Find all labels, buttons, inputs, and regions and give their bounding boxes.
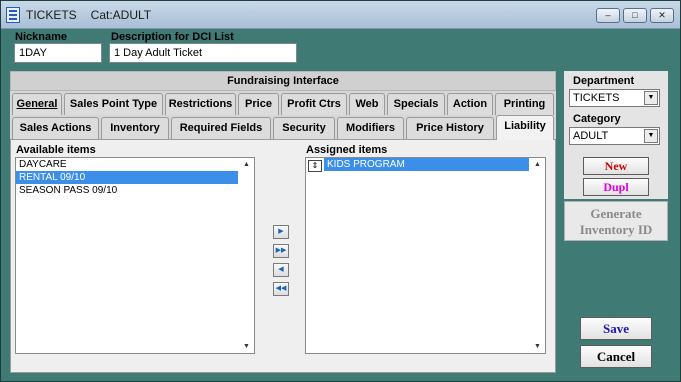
tab-security[interactable]: Security [273, 117, 335, 139]
tab-restrictions[interactable]: Restrictions [165, 93, 236, 115]
tab-required-fields[interactable]: Required Fields [171, 117, 271, 139]
tab-profit-ctrs[interactable]: Profit Ctrs [281, 93, 347, 115]
generate-inventory-id-button[interactable]: Generate Inventory ID [564, 201, 668, 241]
assigned-scrollbar[interactable]: ▲ ▼ [531, 158, 545, 353]
tab-modifiers[interactable]: Modifiers [337, 117, 404, 139]
list-item[interactable]: SEASON PASS 09/10 [16, 184, 254, 197]
tab-specials[interactable]: Specials [387, 93, 445, 115]
move-all-right-button[interactable]: ▶▶ [273, 244, 289, 258]
available-items-list[interactable]: DAYCARE RENTAL 09/10 SEASON PASS 09/10 ▲… [15, 157, 255, 354]
chevron-down-icon[interactable]: ▼ [644, 91, 658, 105]
available-items-label: Available items [16, 144, 96, 156]
move-left-button[interactable]: ◀ [273, 263, 289, 277]
list-item-selected[interactable]: RENTAL 09/10 [16, 171, 238, 184]
assigned-items-list[interactable]: ⇕ KIDS PROGRAM ▲ ▼ [305, 157, 546, 354]
tab-price[interactable]: Price [238, 93, 279, 115]
tab-inventory[interactable]: Inventory [101, 117, 169, 139]
tab-sales-actions[interactable]: Sales Actions [12, 117, 99, 139]
fundraising-interface-tab[interactable]: Fundraising Interface [10, 71, 556, 91]
list-item-selected[interactable]: KIDS PROGRAM [324, 158, 529, 171]
dupl-button[interactable]: Dupl [583, 178, 649, 196]
app-list-icon [6, 7, 20, 23]
title-bar: TICKETS Cat:ADULT – □ ✕ [1, 1, 680, 29]
category-value: ADULT [573, 130, 609, 142]
minimize-button[interactable]: – [596, 8, 620, 23]
scroll-up-icon[interactable]: ▲ [243, 161, 250, 168]
department-value: TICKETS [573, 92, 620, 104]
window-title-text: TICKETS [26, 8, 77, 22]
close-button[interactable]: ✕ [650, 8, 674, 23]
save-button[interactable]: Save [580, 317, 652, 340]
maximize-button[interactable]: □ [623, 8, 647, 23]
tab-action[interactable]: Action [447, 93, 493, 115]
tab-sales-point-type[interactable]: Sales Point Type [64, 93, 163, 115]
move-right-button[interactable]: ▶ [273, 225, 289, 239]
chevron-down-icon[interactable]: ▼ [644, 129, 658, 143]
department-label: Department [573, 75, 635, 87]
nickname-field[interactable]: 1DAY [14, 43, 102, 63]
assigned-items-label: Assigned items [306, 144, 388, 156]
scroll-up-icon[interactable]: ▲ [534, 161, 541, 168]
department-select[interactable]: TICKETS ▼ [569, 89, 660, 107]
cancel-button[interactable]: Cancel [580, 345, 652, 368]
description-label: Description for DCI List [111, 31, 234, 43]
tab-printing[interactable]: Printing [495, 93, 554, 115]
category-label: Category [573, 113, 621, 125]
window-category-text: Cat:ADULT [90, 8, 152, 22]
tab-web[interactable]: Web [349, 93, 385, 115]
nickname-label: Nickname [15, 31, 67, 43]
description-field[interactable]: 1 Day Adult Ticket [109, 43, 297, 63]
window-controls: – □ ✕ [596, 8, 674, 23]
new-button[interactable]: New [583, 157, 649, 175]
tab-general[interactable]: General [12, 93, 62, 115]
drag-handle-icon[interactable]: ⇕ [308, 160, 322, 172]
move-all-left-button[interactable]: ◀◀ [273, 282, 289, 296]
window-title: TICKETS Cat:ADULT [26, 8, 151, 22]
scroll-down-icon[interactable]: ▼ [243, 343, 250, 350]
main-window: TICKETS Cat:ADULT – □ ✕ Nickname 1DAY Des… [0, 0, 681, 382]
tab-price-history[interactable]: Price History [406, 117, 494, 139]
category-select[interactable]: ADULT ▼ [569, 127, 660, 145]
scroll-down-icon[interactable]: ▼ [534, 343, 541, 350]
available-scrollbar[interactable]: ▲ ▼ [240, 158, 254, 353]
tab-liability[interactable]: Liability [496, 115, 554, 140]
list-item[interactable]: DAYCARE [16, 158, 254, 171]
